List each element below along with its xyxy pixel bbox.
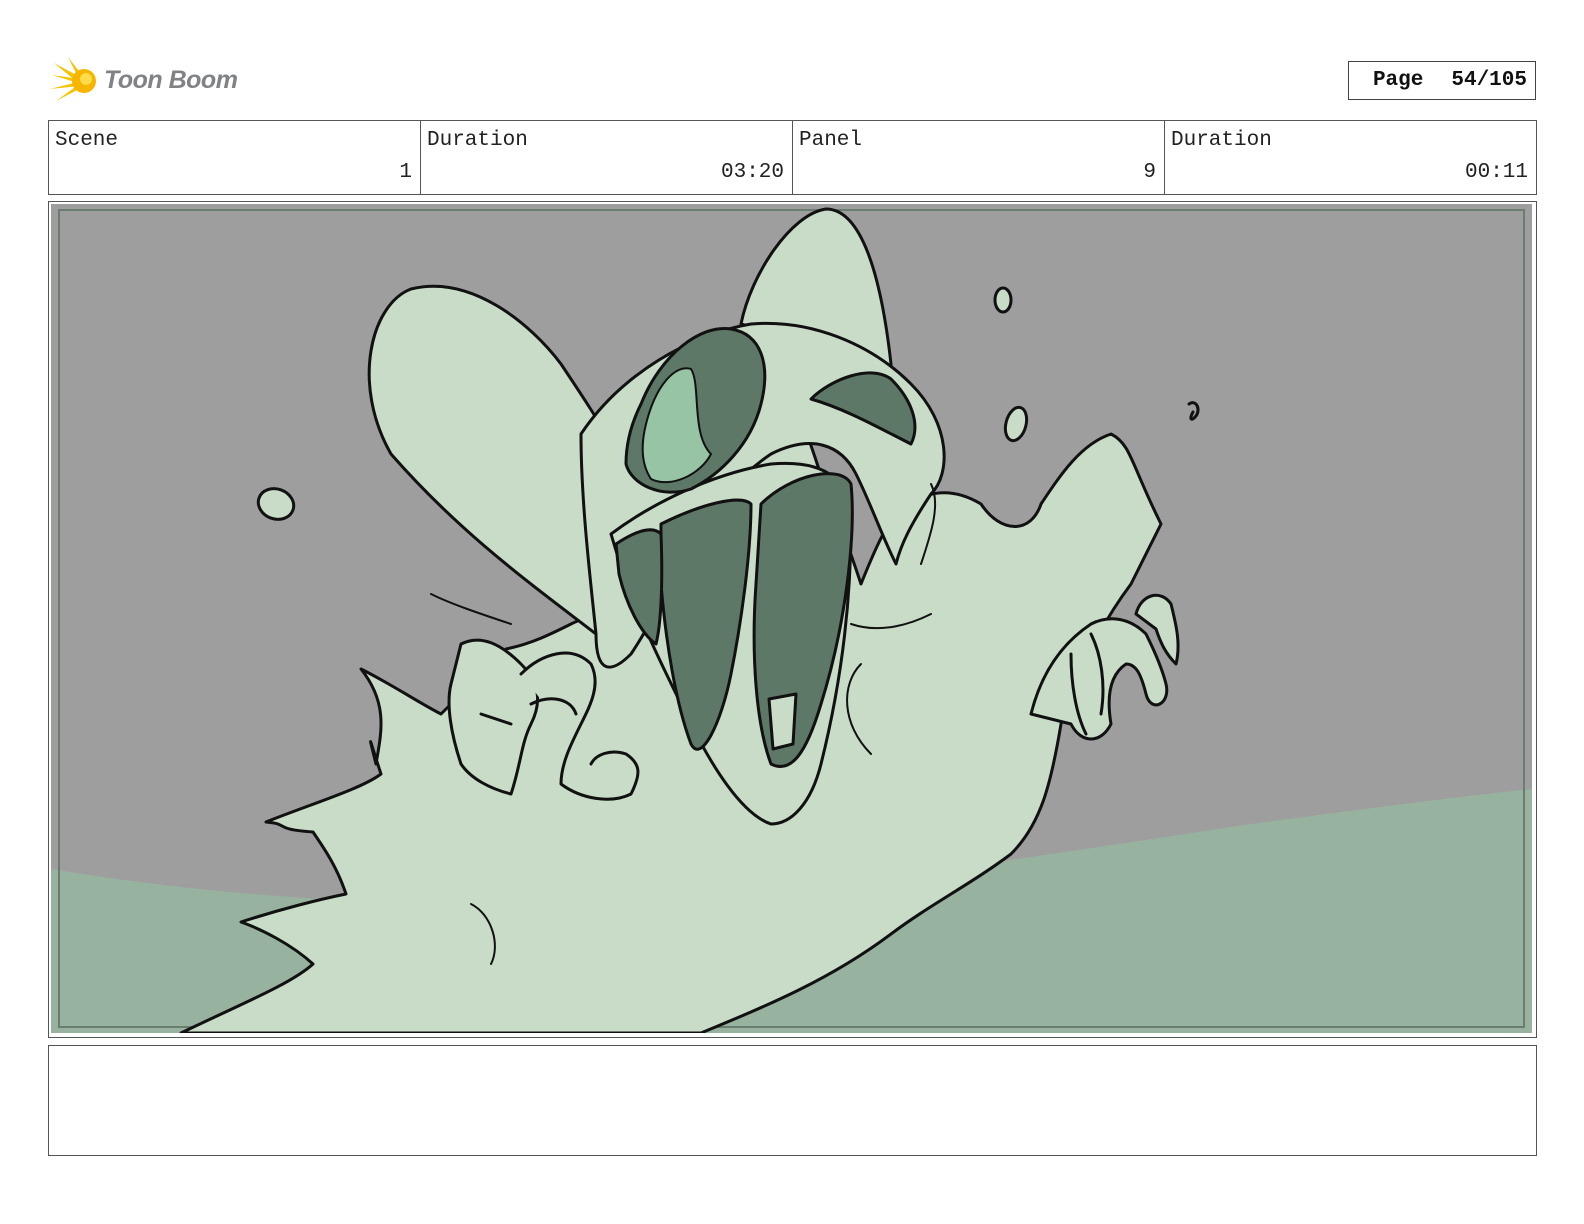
logo-text: Toon Boom: [104, 66, 238, 94]
scene-duration-cell: Duration 03:20: [421, 121, 793, 194]
page-label: Page: [1372, 69, 1424, 92]
panel-value: 9: [1143, 161, 1156, 184]
starburst-icon: [50, 57, 96, 101]
page-counter: Page 54/105: [1348, 61, 1536, 100]
scene-value: 1: [399, 161, 412, 184]
scene-cell: Scene 1: [49, 121, 421, 194]
panel-duration-value: 00:11: [1464, 161, 1528, 184]
panel-info-row: Scene 1 Duration 03:20 Panel 9 Duration …: [48, 120, 1537, 195]
panel-duration-cell: Duration 00:11: [1165, 121, 1536, 194]
panel-notes-box[interactable]: [48, 1045, 1537, 1156]
scene-duration-value: 03:20: [720, 161, 784, 184]
storyboard-panel: [48, 201, 1537, 1038]
panel-duration-label: Duration: [1171, 129, 1272, 152]
panel-artwork: [51, 204, 1532, 1033]
toon-boom-logo: Toon Boom: [50, 55, 250, 107]
scene-label: Scene: [55, 129, 119, 152]
scene-duration-label: Duration: [427, 129, 528, 152]
panel-cell: Panel 9: [793, 121, 1165, 194]
page-value: 54/105: [1451, 69, 1527, 92]
panel-label: Panel: [799, 129, 863, 152]
